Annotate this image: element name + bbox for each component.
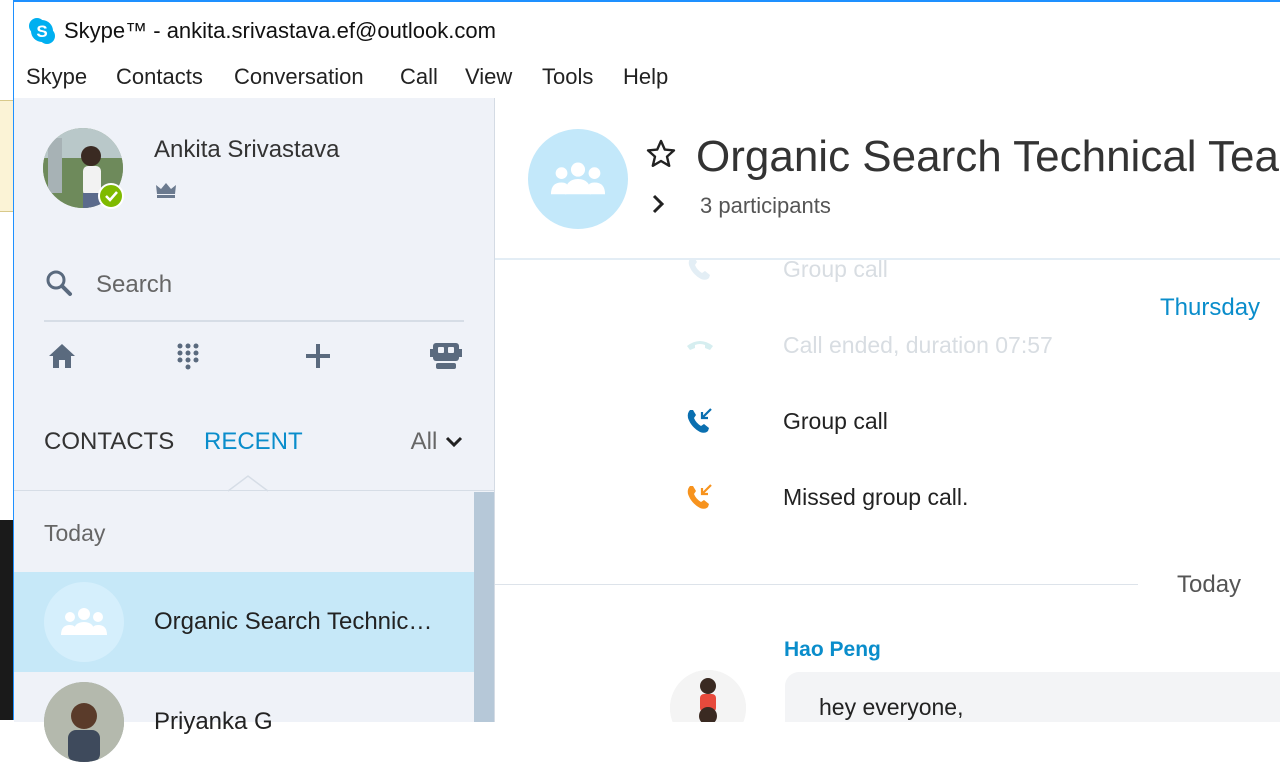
- call-event-text: Group call: [783, 408, 888, 434]
- svg-text:S: S: [36, 22, 47, 41]
- call-ended-icon: [687, 341, 713, 350]
- message-bubble[interactable]: hey everyone,: [785, 672, 1280, 722]
- contact-avatar: [44, 682, 124, 762]
- skype-logo-icon: S: [29, 18, 55, 44]
- recent-item-priyanka[interactable]: Priyanka G: [14, 672, 474, 772]
- call-event-text: Call ended, duration 07:57: [783, 332, 1053, 358]
- window-title: Skype™ - ankita.srivastava.ef@outlook.co…: [64, 18, 496, 43]
- conversation-title: Organic Search Technical Team: [696, 132, 1280, 181]
- desktop-background-dark: [0, 520, 13, 720]
- skype-window: S Skype™ - ankita.srivastava.ef@outlook.…: [13, 0, 1280, 762]
- conversation-header: Organic Search Technical Team 3 particip…: [495, 98, 1280, 260]
- desktop-background-window: [0, 100, 13, 212]
- menu-bar: Skype Contacts Conversation Call View To…: [14, 64, 1280, 98]
- recent-group-label: Today: [44, 520, 106, 546]
- list-tabs: CONTACTS RECENT All: [44, 422, 464, 462]
- search-box[interactable]: [44, 260, 464, 322]
- chevron-down-icon: [445, 436, 463, 448]
- conversation-avatar[interactable]: [528, 129, 628, 229]
- day-separator: Today: [1177, 571, 1242, 598]
- recent-item-name: Organic Search Technic…: [154, 608, 433, 635]
- message-sender[interactable]: Hao Peng: [784, 638, 881, 662]
- message-text: hey everyone,: [819, 694, 964, 720]
- sender-photo-icon: [670, 670, 746, 722]
- call-event-text: Missed group call.: [783, 484, 969, 510]
- add-button[interactable]: [300, 338, 336, 374]
- divider: [14, 490, 494, 491]
- incoming-call-icon: [688, 260, 710, 280]
- call-event-row: Group call: [685, 260, 1245, 290]
- day-divider: [495, 584, 1138, 585]
- menu-call[interactable]: Call: [400, 64, 438, 90]
- group-avatar: [44, 582, 124, 662]
- call-event-row: Group call: [685, 402, 1245, 442]
- group-icon: [61, 608, 107, 635]
- tab-contacts[interactable]: CONTACTS: [44, 428, 174, 456]
- title-bar: S Skype™ - ankita.srivastava.ef@outlook.…: [14, 2, 1280, 60]
- online-status-icon: [98, 183, 124, 209]
- bot-icon: [430, 343, 462, 369]
- dialpad-button[interactable]: [170, 338, 206, 374]
- sidebar-scrollbar[interactable]: [474, 492, 494, 722]
- participants-link[interactable]: 3 participants: [700, 193, 831, 219]
- day-separator: Thursday: [1160, 294, 1261, 321]
- plus-icon: [306, 344, 330, 368]
- call-event-row: Missed group call.: [685, 478, 1245, 518]
- message-history: Group call Thursday Call ended, duration…: [495, 260, 1280, 722]
- sidebar-toolbar: [44, 338, 464, 378]
- tab-recent[interactable]: RECENT: [204, 428, 303, 456]
- chevron-right-icon[interactable]: [648, 192, 668, 216]
- recent-item-organic-search[interactable]: Organic Search Technic…: [14, 572, 474, 672]
- dialpad-icon: [177, 343, 199, 370]
- missed-call-icon: [687, 484, 712, 509]
- home-button[interactable]: [44, 338, 80, 374]
- call-event-row: Call ended, duration 07:57: [685, 326, 1245, 366]
- profile-name[interactable]: Ankita Srivastava: [154, 136, 339, 164]
- crown-icon[interactable]: [154, 178, 178, 200]
- menu-tools[interactable]: Tools: [542, 64, 593, 90]
- call-event-text: Group call: [783, 260, 888, 282]
- menu-help[interactable]: Help: [623, 64, 668, 90]
- search-icon: [46, 270, 72, 296]
- bots-button[interactable]: [428, 338, 464, 374]
- menu-contacts[interactable]: Contacts: [116, 64, 203, 90]
- filter-dropdown[interactable]: All: [411, 428, 464, 456]
- group-icon: [550, 162, 606, 195]
- sender-avatar[interactable]: [670, 670, 746, 722]
- favorite-star-icon[interactable]: [645, 138, 677, 170]
- conversation-panel: Organic Search Technical Team 3 particip…: [495, 98, 1280, 722]
- incoming-call-icon: [687, 408, 712, 433]
- menu-view[interactable]: View: [465, 64, 512, 90]
- contact-photo-icon: [44, 682, 124, 762]
- filter-label: All: [410, 428, 438, 455]
- menu-skype[interactable]: Skype: [26, 64, 87, 90]
- search-input[interactable]: [94, 266, 458, 304]
- menu-conversation[interactable]: Conversation: [234, 64, 364, 90]
- recent-item-name: Priyanka G: [154, 708, 273, 735]
- home-icon: [49, 344, 75, 368]
- sidebar: Ankita Srivastava Search CONTACTS RECENT…: [14, 98, 495, 762]
